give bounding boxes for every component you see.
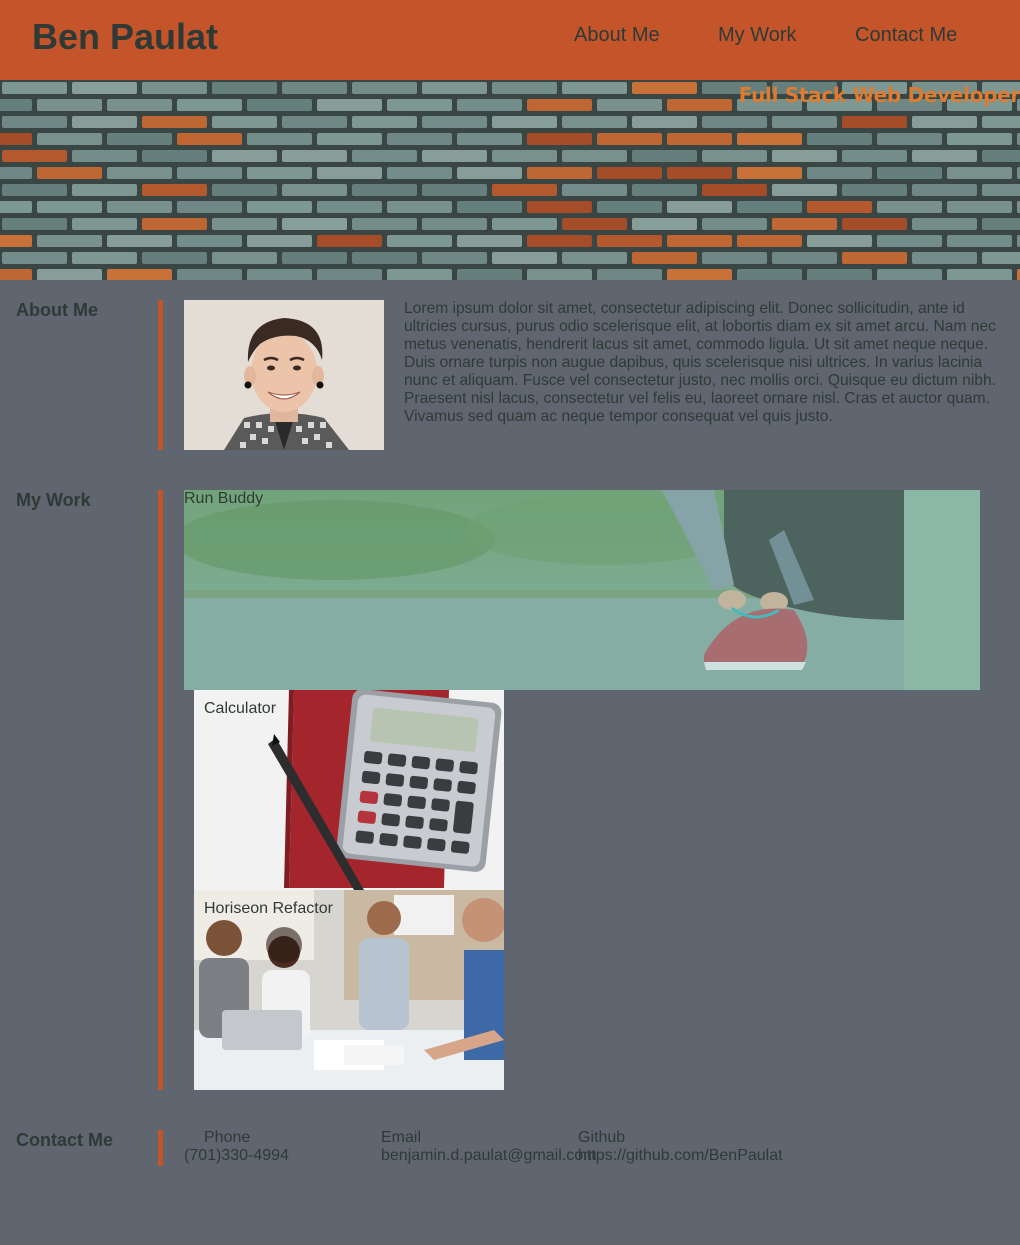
hero-banner: Full Stack Web Developer (0, 80, 1020, 280)
github-link[interactable]: https://github.com/BenPaulat (578, 1147, 783, 1165)
site-header: Ben Paulat About Me My Work Contact Me (0, 0, 1020, 80)
contact-divider (158, 1130, 163, 1166)
brick-wall-image (0, 80, 1020, 280)
nav-my-work[interactable]: My Work (718, 24, 797, 47)
work-heading: My Work (16, 490, 91, 510)
phone-label: Phone (204, 1129, 251, 1146)
project-run-buddy[interactable]: Run Buddy (184, 490, 980, 690)
work-divider (158, 490, 163, 1090)
contact-email: Email benjamin.d.paulat@gmail.com (381, 1129, 596, 1165)
profile-photo (184, 300, 384, 450)
project-title: Horiseon Refactor (204, 900, 333, 917)
email-value[interactable]: benjamin.d.paulat@gmail.com (381, 1147, 596, 1165)
contact-github: Github https://github.com/BenPaulat (578, 1129, 783, 1165)
site-brand[interactable]: Ben Paulat (32, 16, 218, 58)
github-label: Github (578, 1129, 626, 1146)
project-calculator[interactable]: Calculator (194, 690, 504, 890)
project-horiseon-refactor[interactable]: Horiseon Refactor (194, 890, 504, 1090)
contact-heading: Contact Me (16, 1130, 114, 1150)
about-text: Lorem ipsum dolor sit amet, consectetur … (404, 300, 996, 425)
about-divider (158, 300, 163, 450)
about-heading: About Me (16, 300, 98, 320)
nav-contact-me[interactable]: Contact Me (855, 24, 957, 47)
hero-title: Full Stack Web Developer (738, 83, 1020, 107)
project-title: Calculator (204, 700, 277, 717)
nav-about-me[interactable]: About Me (574, 24, 660, 47)
contact-phone: Phone (701)330-4994 (184, 1129, 289, 1165)
phone-value[interactable]: (701)330-4994 (184, 1147, 289, 1165)
project-title: Run Buddy (184, 490, 264, 507)
email-label: Email (381, 1129, 422, 1146)
